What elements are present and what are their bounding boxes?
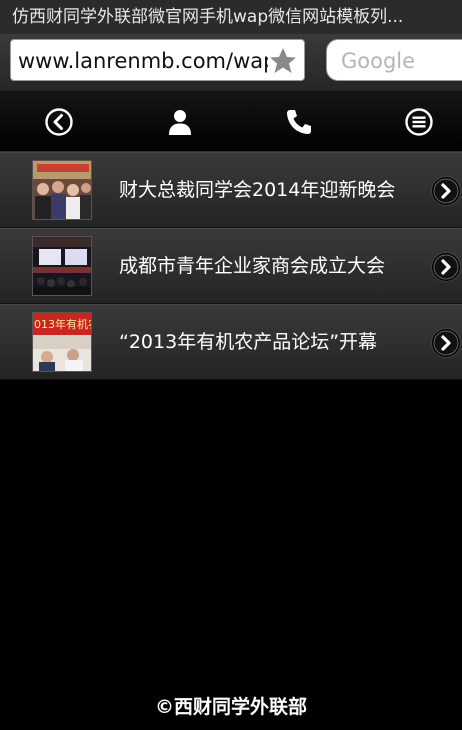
list-item[interactable]: 013年有机农 “2013年有机农产品论坛”开幕	[0, 304, 462, 380]
chevron-right-icon[interactable]	[432, 177, 460, 205]
news-title[interactable]: 成都市青年企业家商会成立大会	[119, 229, 425, 305]
menu-icon[interactable]	[403, 106, 435, 138]
list-item[interactable]: 成都市青年企业家商会成立大会	[0, 228, 462, 304]
news-title[interactable]: “2013年有机农产品论坛”开幕	[119, 305, 425, 381]
news-title[interactable]: 财大总裁同学会2014年迎新晚会	[119, 153, 425, 229]
party-photo-thumbnail[interactable]	[32, 160, 92, 220]
forum-photo-thumbnail[interactable]: 013年有机农	[32, 312, 92, 372]
search-input[interactable]: Google	[326, 39, 462, 81]
chevron-right-icon[interactable]	[432, 329, 460, 357]
list-item[interactable]: 财大总裁同学会2014年迎新晚会	[0, 152, 462, 228]
search-placeholder: Google	[341, 49, 416, 73]
url-text[interactable]: www.lanrenmb.com/wap	[18, 40, 268, 80]
url-field[interactable]: www.lanrenmb.com/wap	[10, 39, 305, 81]
conference-photo-thumbnail[interactable]	[32, 236, 92, 296]
footer-copyright: ©西财同学外联部	[154, 696, 307, 718]
bookmark-star-icon[interactable]	[268, 46, 298, 76]
address-bar: www.lanrenmb.com/wap Google	[0, 34, 462, 92]
news-list: 财大总裁同学会2014年迎新晚会 成都市青年企业家商会成立大会 013年有机 “…	[0, 152, 462, 380]
user-icon[interactable]	[164, 106, 196, 138]
page: 仿西财同学外联部微官网手机wap微信网站模板列... www.lanrenmb.…	[0, 0, 462, 730]
chevron-right-icon[interactable]	[432, 253, 460, 281]
browser-title: 仿西财同学外联部微官网手机wap微信网站模板列...	[0, 0, 462, 34]
forum-banner-text: 013年有机农	[34, 317, 92, 331]
back-circle-icon[interactable]	[43, 106, 75, 138]
phone-icon[interactable]	[283, 106, 315, 138]
icon-nav-bar	[0, 92, 462, 152]
